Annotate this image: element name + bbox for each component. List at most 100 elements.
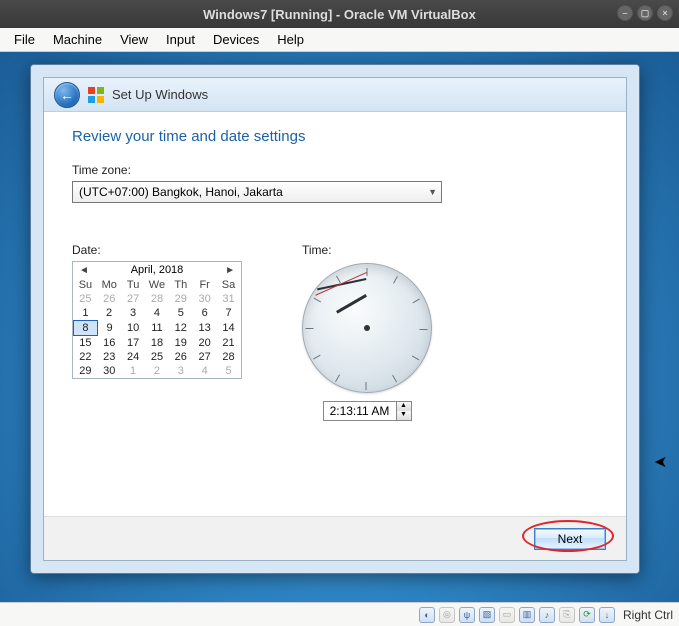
- time-down-button[interactable]: ▼: [397, 411, 411, 420]
- page-heading: Review your time and date settings: [72, 128, 598, 145]
- calendar-day[interactable]: 14: [217, 321, 241, 336]
- calendar-day[interactable]: 13: [193, 321, 217, 336]
- calendar-day[interactable]: 5: [217, 364, 241, 378]
- calendar-day[interactable]: 27: [121, 292, 145, 306]
- calendar-day[interactable]: 19: [169, 336, 193, 351]
- dow-we: We: [145, 278, 169, 292]
- calendar-day[interactable]: 10: [121, 321, 145, 336]
- calendar-day[interactable]: 5: [169, 306, 193, 321]
- calendar-day[interactable]: 17: [121, 336, 145, 351]
- calendar-day[interactable]: 21: [217, 336, 241, 351]
- date-label: Date:: [72, 243, 242, 257]
- usb-icon[interactable]: ψ: [459, 607, 475, 623]
- dow-fr: Fr: [193, 278, 217, 292]
- shared-folder-icon[interactable]: ▧: [479, 607, 495, 623]
- cursor-icon: ➤: [654, 452, 667, 472]
- display-icon[interactable]: ▭: [499, 607, 515, 623]
- dow-sa: Sa: [217, 278, 241, 292]
- back-arrow-icon: ←: [60, 87, 74, 103]
- calendar-day[interactable]: 25: [74, 292, 98, 306]
- calendar-day[interactable]: 23: [97, 350, 121, 364]
- vm-titlebar: Windows7 [Running] - Oracle VM VirtualBo…: [0, 0, 679, 28]
- time-label: Time:: [302, 243, 432, 257]
- optical-icon[interactable]: ◎: [439, 607, 455, 623]
- menu-input[interactable]: Input: [158, 30, 203, 49]
- dropdown-arrow-icon: ▼: [428, 187, 437, 197]
- dow-tu: Tu: [121, 278, 145, 292]
- calendar-day[interactable]: 6: [193, 306, 217, 321]
- vm-menubar: File Machine View Input Devices Help: [0, 28, 679, 52]
- vm-title: Windows7 [Running] - Oracle VM VirtualBo…: [203, 7, 476, 22]
- calendar-day[interactable]: 30: [193, 292, 217, 306]
- clock-hour-hand: [336, 294, 367, 314]
- vm-statusbar: ◐ ◎ ψ ▧ ▭ ▥ ♪ ⎘ ⟳ ↓ Right Ctrl: [0, 602, 679, 626]
- menu-machine[interactable]: Machine: [45, 30, 110, 49]
- clipboard-icon[interactable]: ⎘: [559, 607, 575, 623]
- timezone-select[interactable]: (UTC+07:00) Bangkok, Hanoi, Jakarta ▼: [72, 181, 442, 203]
- clock-second-hand: [315, 272, 367, 296]
- menu-file[interactable]: File: [6, 30, 43, 49]
- calendar-day[interactable]: 1: [121, 364, 145, 378]
- minimize-icon[interactable]: –: [617, 5, 633, 21]
- calendar-day[interactable]: 25: [145, 350, 169, 364]
- harddisk-icon[interactable]: ◐: [419, 607, 435, 623]
- next-button[interactable]: Next: [534, 528, 606, 550]
- time-input[interactable]: [323, 401, 397, 421]
- dialog-header: ← Set Up Windows: [44, 78, 626, 112]
- calendar-day[interactable]: 28: [217, 350, 241, 364]
- calendar-day[interactable]: 29: [74, 364, 98, 378]
- menu-help[interactable]: Help: [269, 30, 312, 49]
- calendar-day[interactable]: 11: [145, 321, 169, 336]
- calendar-day[interactable]: 26: [97, 292, 121, 306]
- wizard-name: Set Up Windows: [112, 87, 208, 102]
- timezone-value: (UTC+07:00) Bangkok, Hanoi, Jakarta: [79, 185, 283, 199]
- calendar-day[interactable]: 28: [145, 292, 169, 306]
- setup-dialog: ← Set Up Windows Review your time and da…: [30, 64, 640, 574]
- analog-clock: [302, 263, 432, 393]
- calendar-day[interactable]: 20: [193, 336, 217, 351]
- calendar-day[interactable]: 15: [74, 336, 98, 351]
- time-up-button[interactable]: ▲: [397, 402, 411, 411]
- guest-desktop: ← Set Up Windows Review your time and da…: [0, 52, 679, 602]
- maximize-icon[interactable]: ▢: [637, 5, 653, 21]
- calendar-day[interactable]: 9: [97, 321, 121, 336]
- calendar-day[interactable]: 22: [74, 350, 98, 364]
- calendar-day[interactable]: 3: [169, 364, 193, 378]
- calendar-day[interactable]: 4: [193, 364, 217, 378]
- timezone-label: Time zone:: [72, 163, 598, 177]
- calendar-day[interactable]: 1: [74, 306, 98, 321]
- dialog-footer: Next: [44, 516, 626, 560]
- calendar-day[interactable]: 2: [97, 306, 121, 321]
- close-icon[interactable]: ×: [657, 5, 673, 21]
- calendar-day[interactable]: 3: [121, 306, 145, 321]
- audio-icon[interactable]: ♪: [539, 607, 555, 623]
- dow-su: Su: [74, 278, 98, 292]
- calendar-day[interactable]: 29: [169, 292, 193, 306]
- mouse-integration-icon[interactable]: ↓: [599, 607, 615, 623]
- menu-devices[interactable]: Devices: [205, 30, 267, 49]
- back-button[interactable]: ←: [54, 82, 80, 108]
- prev-month-button[interactable]: ◄: [77, 265, 91, 276]
- calendar-day[interactable]: 12: [169, 321, 193, 336]
- menu-view[interactable]: View: [112, 30, 156, 49]
- calendar-day-selected[interactable]: 8: [74, 321, 98, 336]
- calendar-day[interactable]: 7: [217, 306, 241, 321]
- calendar-day[interactable]: 4: [145, 306, 169, 321]
- host-key-indicator: Right Ctrl: [623, 608, 673, 622]
- calendar-day[interactable]: 16: [97, 336, 121, 351]
- dow-th: Th: [169, 278, 193, 292]
- dow-mo: Mo: [97, 278, 121, 292]
- calendar-day[interactable]: 27: [193, 350, 217, 364]
- time-spinner[interactable]: ▲ ▼: [323, 401, 412, 421]
- windows-flag-icon: [88, 87, 104, 103]
- calendar[interactable]: ◄ April, 2018 ► Su Mo Tu We Th: [72, 261, 242, 379]
- recording-icon[interactable]: ⟳: [579, 607, 595, 623]
- calendar-day[interactable]: 30: [97, 364, 121, 378]
- next-month-button[interactable]: ►: [223, 265, 237, 276]
- calendar-day[interactable]: 31: [217, 292, 241, 306]
- network-icon[interactable]: ▥: [519, 607, 535, 623]
- calendar-day[interactable]: 2: [145, 364, 169, 378]
- calendar-day[interactable]: 24: [121, 350, 145, 364]
- calendar-day[interactable]: 26: [169, 350, 193, 364]
- calendar-day[interactable]: 18: [145, 336, 169, 351]
